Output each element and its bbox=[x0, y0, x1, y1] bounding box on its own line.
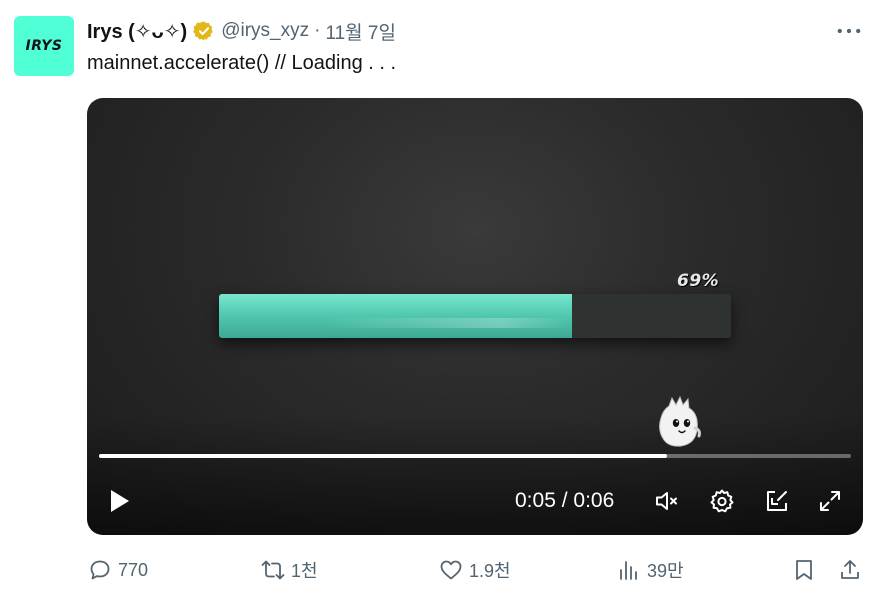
avatar-logo-text: IRYS bbox=[25, 38, 63, 54]
video-current-time: 0:05 bbox=[515, 489, 556, 512]
settings-button[interactable] bbox=[709, 488, 735, 514]
views-bar-chart-icon bbox=[620, 561, 637, 580]
heart-icon bbox=[440, 560, 462, 580]
retweet-count: 1천 bbox=[291, 561, 318, 581]
fullscreen-button[interactable] bbox=[817, 488, 843, 514]
reply-button[interactable]: 770 bbox=[88, 555, 148, 585]
more-horizontal-icon[interactable] bbox=[836, 22, 862, 40]
share-button[interactable] bbox=[838, 555, 868, 585]
author-display-name[interactable]: Irys (✧ᴗ✧) bbox=[87, 19, 187, 44]
tweet-action-bar: 770 1천 1.9천 39만 bbox=[0, 555, 882, 585]
views-button[interactable]: 39만 bbox=[617, 555, 684, 585]
view-count: 39만 bbox=[647, 561, 684, 581]
retweet-button[interactable]: 1천 bbox=[261, 555, 318, 585]
picture-in-picture-icon bbox=[767, 489, 787, 511]
author-handle[interactable]: @irys_xyz bbox=[221, 20, 309, 42]
like-count: 1.9천 bbox=[469, 561, 511, 581]
avatar[interactable]: IRYS bbox=[14, 16, 74, 76]
reply-count: 770 bbox=[118, 559, 149, 580]
bookmark-icon bbox=[796, 560, 812, 580]
picture-in-picture-button[interactable] bbox=[764, 488, 790, 514]
tweet-date[interactable]: 11월 7일 bbox=[325, 18, 396, 45]
mute-button[interactable] bbox=[654, 488, 680, 514]
play-button[interactable] bbox=[105, 487, 133, 515]
video-total-time: 0:06 bbox=[573, 489, 615, 512]
video-time-separator: / bbox=[555, 489, 574, 512]
video-time: 0:05 / 0:06 bbox=[515, 489, 614, 513]
tweet-header: Irys (✧ᴗ✧) @irys_xyz · 11월 7일 bbox=[87, 18, 396, 44]
loading-bar-fill bbox=[219, 294, 573, 338]
loading-percent-label: 69% bbox=[677, 271, 720, 291]
bookmark-button[interactable] bbox=[792, 555, 822, 585]
header-separator: · bbox=[314, 20, 321, 41]
retweet-icon bbox=[261, 560, 285, 580]
fullscreen-expand-icon bbox=[820, 491, 840, 511]
tweet-text: mainnet.accelerate() // Loading . . . bbox=[87, 52, 397, 74]
share-upload-icon bbox=[841, 560, 859, 579]
video-player[interactable]: 69% 0:05 / 0:06 bbox=[87, 98, 863, 535]
play-icon bbox=[111, 490, 129, 512]
video-scrubber[interactable] bbox=[99, 454, 851, 458]
video-controls: 0:05 / 0:06 bbox=[87, 481, 863, 521]
video-scrubber-played bbox=[99, 454, 667, 458]
loading-bar bbox=[219, 294, 731, 338]
reply-bubble-icon bbox=[90, 560, 110, 580]
gear-icon bbox=[710, 489, 734, 513]
ghost-mascot-icon bbox=[655, 395, 703, 452]
like-button[interactable]: 1.9천 bbox=[439, 555, 511, 585]
volume-muted-icon bbox=[656, 492, 677, 510]
verified-badge-icon[interactable] bbox=[193, 20, 215, 42]
